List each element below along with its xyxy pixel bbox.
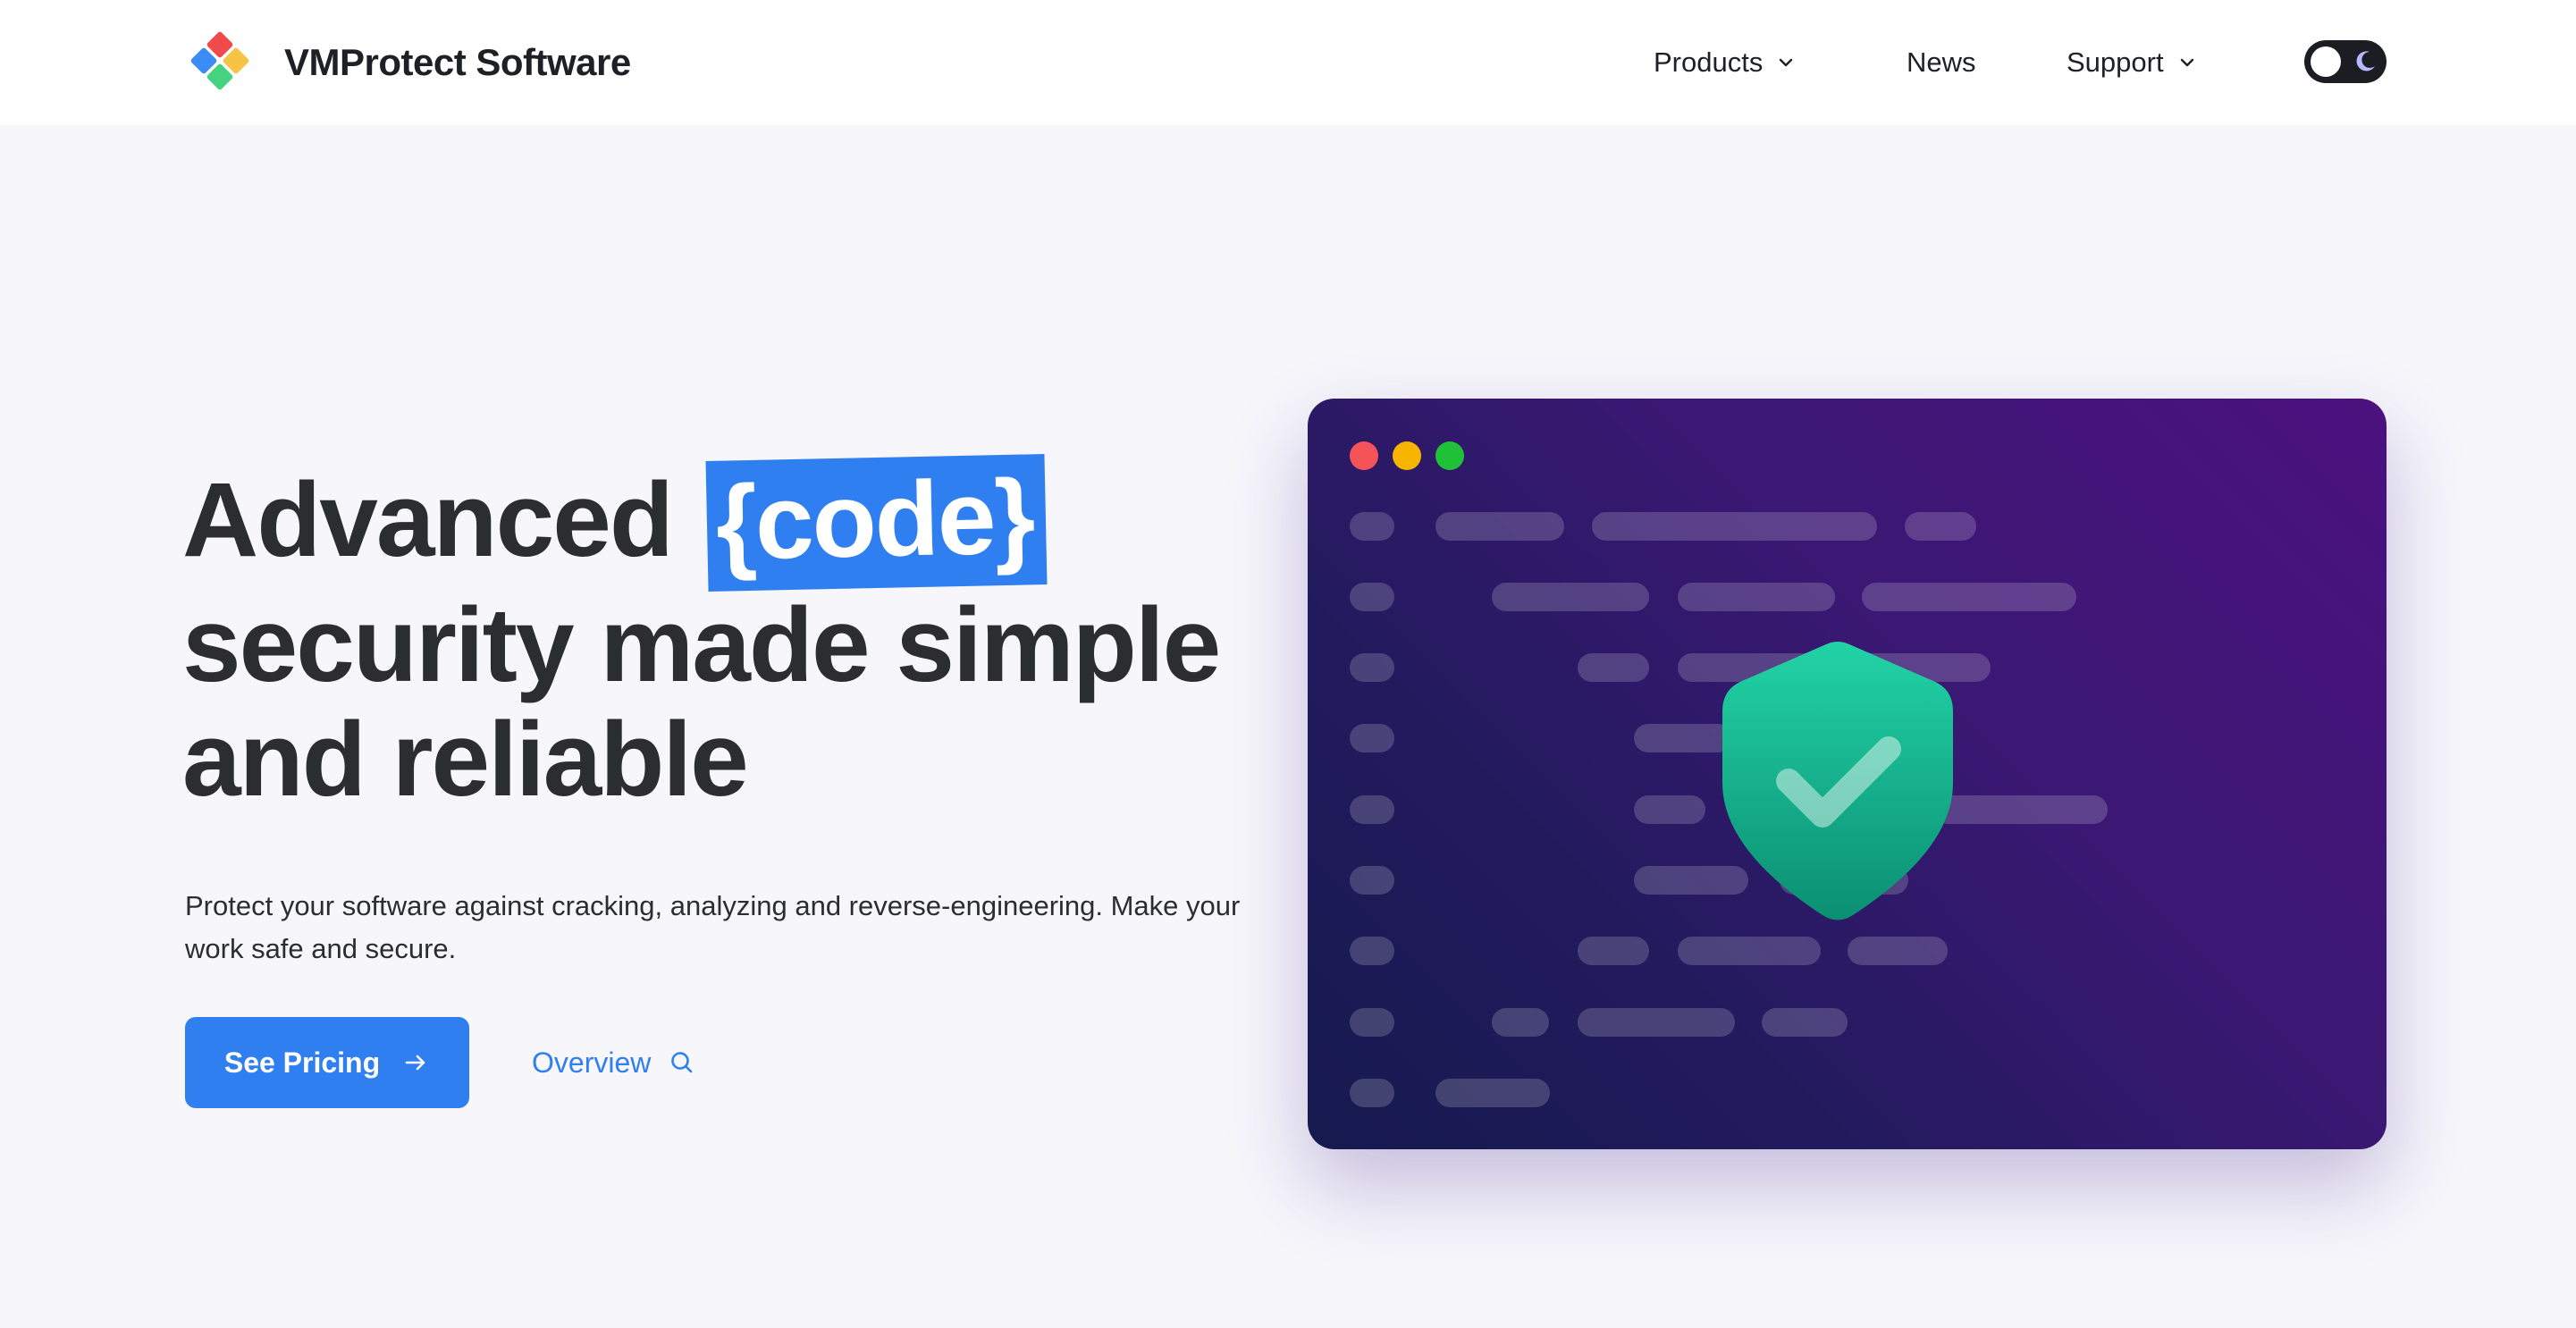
code-line (1350, 724, 1394, 752)
hero-title-prefix: Advanced (182, 461, 674, 579)
code-line (1592, 512, 1877, 541)
code-line (1578, 653, 1649, 682)
window-minimize-dot (1393, 441, 1421, 470)
code-highlight: {code} (705, 454, 1048, 592)
hero-subtitle: Protect your software against cracking, … (185, 890, 1241, 964)
theme-toggle[interactable] (2304, 40, 2387, 83)
brand-name: VMProtect Software (284, 41, 631, 83)
logo-icon (188, 30, 252, 95)
code-line (1634, 795, 1705, 824)
code-line (1905, 512, 1976, 541)
code-line (1933, 795, 2108, 824)
code-line (1350, 1079, 1394, 1107)
hero-title-line-1: Advanced {code} (182, 454, 1326, 592)
nav-news[interactable]: News (1907, 46, 1976, 79)
overview-link[interactable]: Overview (532, 1040, 695, 1085)
see-pricing-label: See Pricing (223, 1046, 381, 1079)
nav-products-label: Products (1654, 46, 1764, 78)
window-close-dot (1350, 441, 1378, 470)
chevron-down-icon (1777, 54, 1795, 71)
nav-support-label: Support (2067, 46, 2164, 78)
code-line (1578, 937, 1649, 965)
code-line (1634, 724, 1732, 752)
code-line (1678, 937, 1821, 965)
arrow-right-icon (401, 1048, 430, 1077)
code-line (1678, 583, 1835, 611)
hero-title-line-2: security made simple (182, 586, 1221, 704)
hero-title-line-3: and reliable (182, 701, 749, 819)
chevron-down-icon (2178, 54, 2196, 71)
code-line (1492, 1008, 1549, 1037)
search-icon (669, 1049, 695, 1076)
code-line (1350, 866, 1394, 895)
code-line (1762, 1008, 1848, 1037)
code-line (1848, 937, 1948, 965)
nav-products[interactable]: Products (1654, 46, 1795, 79)
code-line (1578, 1008, 1735, 1037)
window-maximize-dot (1435, 441, 1464, 470)
code-line (1350, 653, 1394, 682)
toggle-knob (2311, 46, 2341, 77)
code-line (1350, 1008, 1394, 1037)
code-line (1350, 512, 1394, 541)
hero-title: Advanced {code} security made simple and… (182, 454, 1326, 819)
code-line (1492, 583, 1649, 611)
code-line (1435, 1079, 1550, 1107)
moon-icon (2351, 47, 2379, 76)
code-line (1435, 512, 1564, 541)
see-pricing-button[interactable]: See Pricing (185, 1017, 469, 1108)
nav-support[interactable]: Support (2067, 46, 2196, 79)
nav-news-label: News (1907, 46, 1976, 78)
code-line (1862, 583, 2076, 611)
shield-check-icon (1722, 642, 1953, 920)
code-line (1350, 937, 1394, 965)
overview-label: Overview (532, 1046, 652, 1079)
code-line (1350, 583, 1394, 611)
brand-link[interactable]: VMProtect Software (188, 30, 631, 95)
code-line (1350, 795, 1394, 824)
site-header: VMProtect Software Products News Support (0, 0, 2576, 125)
code-window-illustration (1308, 399, 2387, 1149)
